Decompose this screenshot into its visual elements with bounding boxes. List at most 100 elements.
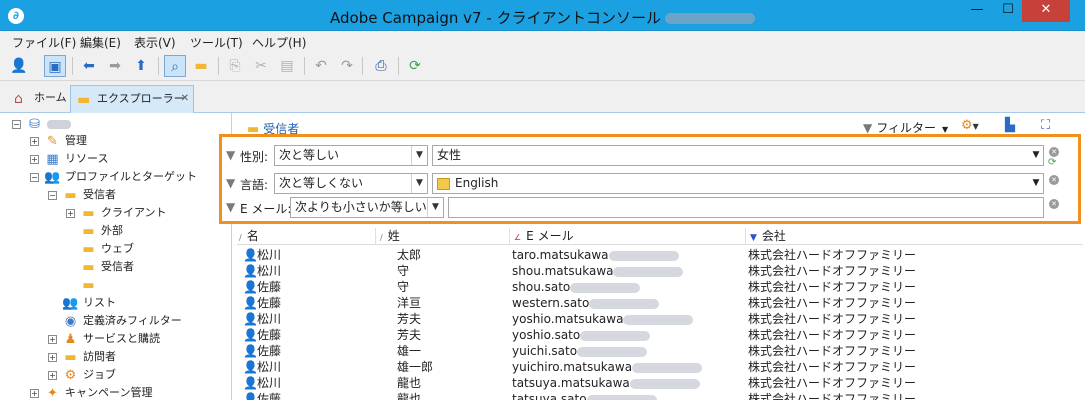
- tree-item-recipients-sub[interactable]: ▬ 受信者: [80, 258, 134, 275]
- refresh-icon[interactable]: ⟳: [404, 55, 426, 77]
- filter-value-field[interactable]: 女性 ▼: [432, 145, 1044, 166]
- expand-icon[interactable]: +: [30, 154, 39, 164]
- tree-item-predefined-filters[interactable]: ◉ 定義済みフィルター: [62, 312, 182, 329]
- export-icon[interactable]: ▙: [1005, 118, 1015, 133]
- table-row[interactable]: 👤 松川 太郎 taro.matsukawa 株式会社ハードオフファミリー: [237, 247, 1083, 263]
- cell-company: 株式会社ハードオフファミリー: [748, 360, 917, 374]
- collapse-icon[interactable]: −: [30, 172, 39, 182]
- close-button[interactable]: ✕: [1022, 0, 1070, 22]
- gear-icon[interactable]: ⚙▼: [961, 118, 979, 133]
- tree-item-services[interactable]: + ♟ サービスと購読: [48, 330, 160, 347]
- people-icon: 👥: [44, 169, 61, 185]
- column-header-company[interactable]: ▼ 会社: [745, 228, 945, 244]
- folder-icon[interactable]: ▬: [190, 55, 212, 77]
- tree-item-web[interactable]: ▬ ウェブ: [80, 240, 134, 257]
- tree-label: キャンペーン管理: [65, 386, 153, 399]
- expand-icon[interactable]: +: [66, 208, 75, 218]
- cell-email: yuichi.sato: [512, 343, 648, 359]
- table-row[interactable]: 👤 佐藤 洋亘 western.sato 株式会社ハードオフファミリー: [237, 295, 1083, 311]
- chevron-down-icon[interactable]: ▼: [427, 198, 443, 217]
- expand-icon[interactable]: +: [48, 370, 57, 380]
- toolbar-separator: [304, 57, 305, 75]
- expand-icon[interactable]: +: [30, 388, 39, 398]
- chevron-down-icon[interactable]: ▼: [411, 174, 427, 193]
- table-row[interactable]: 👤 佐藤 芳夫 yoshio.sato 株式会社ハードオフファミリー: [237, 327, 1083, 343]
- tree-item-recipients[interactable]: − ▬ 受信者: [48, 186, 116, 203]
- cell-company: 株式会社ハードオフファミリー: [748, 296, 917, 310]
- table-row[interactable]: 👤 松川 龍也 tatsuya.matsukawa 株式会社ハードオフファミリー: [237, 375, 1083, 391]
- toolbar-separator: [218, 57, 219, 75]
- filter-value-field[interactable]: English ▼: [432, 173, 1044, 194]
- collapse-icon[interactable]: −: [12, 119, 21, 129]
- search-detail-icon[interactable]: ⌕: [164, 55, 186, 77]
- tree-item-jobs[interactable]: + ⚙ ジョブ: [48, 366, 116, 383]
- blurred-root-name: [47, 119, 71, 129]
- tab-explorer[interactable]: ▬ エクスプローラー ✕: [70, 85, 194, 113]
- chevron-down-icon: ▼: [942, 125, 949, 134]
- tree-item-client[interactable]: + ▬ クライアント: [66, 204, 167, 221]
- refresh-icon[interactable]: ⟳: [1048, 157, 1056, 168]
- chevron-down-icon[interactable]: ▼: [1029, 174, 1043, 193]
- menu-file[interactable]: ファイル(F): [12, 34, 76, 51]
- cell-company: 株式会社ハードオフファミリー: [748, 344, 917, 358]
- tree-item-unnamed-folder[interactable]: ▬: [80, 276, 101, 293]
- menu-help[interactable]: ヘルプ(H): [252, 34, 306, 51]
- cell-last-name: 松川: [257, 248, 282, 262]
- tree-item-admin[interactable]: + ✎ 管理: [30, 132, 87, 149]
- menu-edit[interactable]: 編集(E): [80, 34, 121, 51]
- column-header-first-name[interactable]: ∕ 姓: [375, 228, 507, 244]
- clear-filter-icon[interactable]: ✕: [1049, 175, 1059, 185]
- tree-label: クライアント: [101, 206, 167, 219]
- tree-item-campaign[interactable]: + ✦ キャンペーン管理: [30, 384, 152, 401]
- cell-email: yoshio.matsukawa: [512, 311, 694, 327]
- cut-icon[interactable]: ✂: [250, 55, 272, 77]
- forward-arrow-icon[interactable]: ➡: [104, 55, 126, 77]
- tree-item-profiles[interactable]: − 👥 プロファイルとターゲット: [30, 168, 197, 185]
- table-row[interactable]: 👤 佐藤 守 shou.sato 株式会社ハードオフファミリー: [237, 279, 1083, 295]
- table-row[interactable]: 👤 松川 雄一郎 yuichiro.matsukawa 株式会社ハードオフファミリー: [237, 359, 1083, 375]
- collapse-icon[interactable]: −: [48, 190, 57, 200]
- maximize-button[interactable]: ☐: [993, 0, 1023, 22]
- minimize-button[interactable]: —: [962, 0, 992, 22]
- tab-home[interactable]: ⌂ ホーム: [8, 85, 68, 113]
- chevron-down-icon[interactable]: ▼: [1029, 146, 1043, 165]
- tree-root[interactable]: − ⛁: [12, 115, 71, 132]
- new-user-icon[interactable]: 👤: [8, 55, 30, 77]
- clear-filter-icon[interactable]: ✕: [1049, 199, 1059, 209]
- cell-last-name: 佐藤: [257, 328, 282, 342]
- back-arrow-icon[interactable]: ⬅: [78, 55, 100, 77]
- filter-value-field[interactable]: [448, 197, 1044, 218]
- upload-icon[interactable]: ⬆: [130, 55, 152, 77]
- expand-icon[interactable]: +: [48, 352, 57, 362]
- tab-close-icon[interactable]: ✕: [181, 86, 189, 112]
- copy-icon[interactable]: ⎘: [224, 55, 246, 77]
- operator-select[interactable]: 次と等しくない ▼: [274, 173, 428, 194]
- menu-view[interactable]: 表示(V): [134, 34, 176, 51]
- operator-select[interactable]: 次よりも小さいか等しい ▼: [290, 197, 444, 218]
- column-header-email[interactable]: ∠ E メール: [509, 228, 741, 244]
- tree-item-resources[interactable]: + ▦ リソース: [30, 150, 108, 167]
- expand-icon[interactable]: +: [30, 136, 39, 146]
- table-row[interactable]: 👤 松川 守 shou.matsukawa 株式会社ハードオフファミリー: [237, 263, 1083, 279]
- operator-select[interactable]: 次と等しい ▼: [274, 145, 428, 166]
- chevron-down-icon[interactable]: ▼: [411, 146, 427, 165]
- clear-filter-icon[interactable]: ✕: [1049, 147, 1059, 157]
- tree-item-external[interactable]: ▬ 外部: [80, 222, 123, 239]
- menu-tools[interactable]: ツール(T): [190, 34, 243, 51]
- fullscreen-icon[interactable]: ⛶: [1041, 118, 1050, 133]
- tree-item-visitors[interactable]: + ▬ 訪問者: [48, 348, 116, 365]
- funnel-icon: ▼: [226, 176, 236, 190]
- undo-icon[interactable]: ↶: [310, 55, 332, 77]
- tree-item-list[interactable]: 👥 リスト: [62, 294, 116, 311]
- printer-icon[interactable]: ⎙: [370, 55, 392, 77]
- redo-icon[interactable]: ↷: [336, 55, 358, 77]
- cell-company: 株式会社ハードオフファミリー: [748, 312, 917, 326]
- table-row[interactable]: 👤 佐藤 雄一 yuichi.sato 株式会社ハードオフファミリー: [237, 343, 1083, 359]
- toolbar: 👤 ▣ ⬅ ➡ ⬆ ⌕ ▬ ⎘ ✂ ▤ ↶ ↷ ⎙ ⟳: [0, 51, 1085, 81]
- table-row[interactable]: 👤 佐藤 龍也 tatsuya.sato 株式会社ハードオフファミリー: [237, 391, 1083, 400]
- address-book-icon[interactable]: ▣: [44, 55, 66, 77]
- column-header-last-name[interactable]: ∕ 名: [239, 228, 371, 244]
- expand-icon[interactable]: +: [48, 334, 57, 344]
- table-row[interactable]: 👤 松川 芳夫 yoshio.matsukawa 株式会社ハードオフファミリー: [237, 311, 1083, 327]
- paste-icon[interactable]: ▤: [276, 55, 298, 77]
